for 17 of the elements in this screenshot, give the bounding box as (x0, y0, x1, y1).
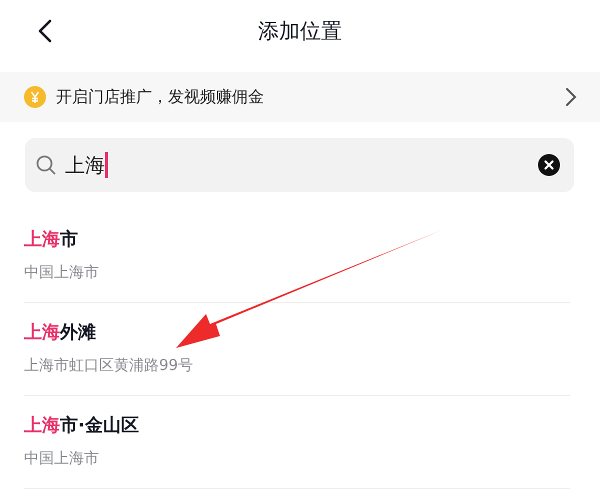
location-name: 上海市 (24, 228, 79, 252)
chevron-right-icon (564, 86, 578, 108)
coin-icon (24, 86, 46, 108)
promo-banner[interactable]: 开启门店推广，发视频赚佣金 (0, 72, 600, 122)
location-result[interactable]: 上海市·金山区 中国上海市 (24, 396, 570, 489)
banner-text: 开启门店推广，发视频赚佣金 (56, 86, 265, 108)
location-name: 上海外滩 (24, 321, 97, 345)
location-address: 中国上海市 (24, 262, 100, 282)
back-icon (38, 19, 52, 43)
clear-icon[interactable] (538, 154, 560, 176)
location-address: 中国上海市 (24, 448, 100, 468)
page-title: 添加位置 (258, 18, 342, 45)
search-field[interactable]: 上海 (25, 138, 574, 192)
text-cursor (105, 152, 108, 178)
location-name: 上海市·金山区 (24, 414, 140, 438)
location-address: 上海市虹口区黄浦路99号 (24, 355, 194, 375)
search-icon (35, 154, 57, 176)
